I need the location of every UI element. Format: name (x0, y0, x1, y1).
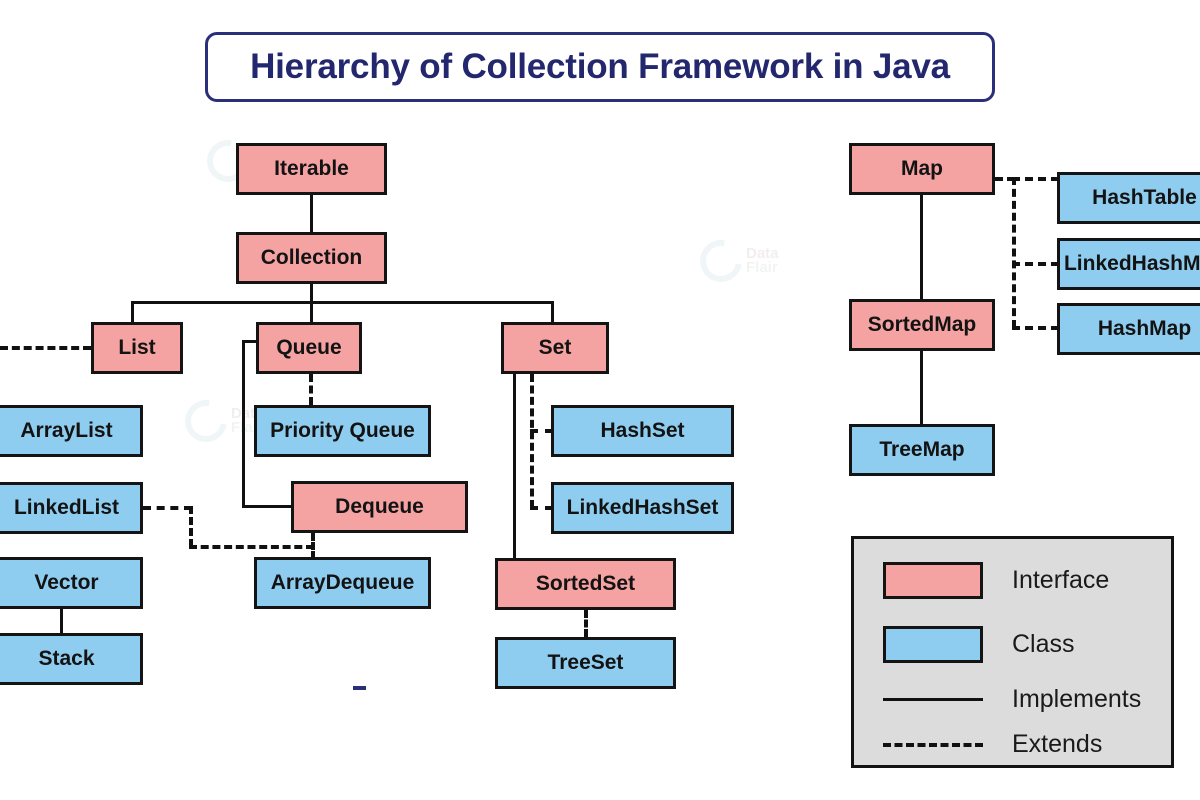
node-queue[interactable]: Queue (256, 322, 362, 374)
legend-solid-line-icon (883, 698, 983, 701)
node-label: Stack (38, 647, 95, 670)
edge-collection-bus (131, 301, 553, 304)
node-label: Priority Queue (270, 419, 415, 442)
legend-item-implements: Implements (883, 685, 1141, 714)
edge-map-hashtable (1012, 177, 1059, 181)
node-linkedlist[interactable]: LinkedList (0, 482, 143, 534)
diagram-canvas: Data Flair Data Flair Data Flair Data Fl… (0, 0, 1200, 800)
node-sortedmap[interactable]: SortedMap (849, 299, 995, 351)
edge-queue-dequeue-vertical (242, 340, 245, 508)
node-label: TreeMap (879, 438, 965, 461)
node-linkedhashset[interactable]: LinkedHashSet (551, 482, 734, 534)
node-arraydequeue[interactable]: ArrayDequeue (254, 557, 431, 609)
watermark-line1: Data (746, 244, 779, 262)
stray-mark (353, 686, 366, 690)
watermark-dataflair: Data Flair (691, 231, 779, 291)
node-stack[interactable]: Stack (0, 633, 143, 685)
edge-set-hashset (530, 429, 553, 433)
node-label: Dequeue (335, 495, 424, 518)
node-label: HashTable (1092, 186, 1197, 209)
node-label: ArrayList (20, 419, 113, 442)
watermark-text: Data Flair (746, 244, 779, 276)
node-list[interactable]: List (91, 322, 183, 374)
node-label: Queue (276, 336, 342, 359)
node-label: SortedSet (535, 572, 636, 595)
node-vector[interactable]: Vector (0, 557, 143, 609)
legend-item-interface: Interface (883, 562, 1109, 599)
edge-bus-to-set (551, 301, 554, 322)
watermark-dataflair: Data Flair (176, 391, 264, 451)
node-label: Collection (260, 246, 363, 269)
edge-queue-priorityqueue (309, 374, 313, 405)
dataflair-ring-icon (691, 231, 751, 291)
page-title: Hierarchy of Collection Framework in Jav… (205, 32, 995, 102)
node-label: ArrayDequeue (270, 571, 415, 594)
node-dequeue[interactable]: Dequeue (291, 481, 468, 533)
edge-map-hashmap (1012, 326, 1059, 330)
edge-map-linkedhashmap (1012, 262, 1059, 266)
legend-label: Interface (1012, 566, 1110, 594)
node-label: TreeSet (547, 651, 624, 674)
edge-vector-stack (60, 609, 63, 633)
legend-item-class: Class (883, 626, 1075, 663)
edge-set-sortedset (513, 374, 516, 558)
node-label: LinkedHashMap (1063, 252, 1200, 275)
node-arraylist[interactable]: ArrayList (0, 405, 143, 457)
node-label: Map (901, 157, 943, 180)
edge-bus-to-list (131, 301, 134, 322)
legend-label: Class (1012, 630, 1075, 658)
node-set[interactable]: Set (501, 322, 609, 374)
page-title-text: Hierarchy of Collection Framework in Jav… (250, 47, 950, 86)
node-sortedset[interactable]: SortedSet (495, 558, 676, 610)
node-map[interactable]: Map (849, 143, 995, 195)
node-label: HashMap (1097, 317, 1192, 340)
node-priority-queue[interactable]: Priority Queue (254, 405, 431, 457)
legend-panel: Interface Class Implements Extends (851, 536, 1174, 768)
dataflair-ring-icon (176, 391, 236, 451)
edge-queue-dequeue-horizontal (242, 505, 293, 508)
legend-swatch-class-icon (883, 626, 983, 663)
edge-set-linkedhashset (530, 506, 553, 510)
edge-iterable-collection (310, 195, 313, 232)
edge-set-dashed-bus (530, 374, 534, 508)
legend-swatch-interface-icon (883, 562, 983, 599)
node-label: LinkedList (13, 496, 119, 519)
watermark-line2: Flair (746, 259, 778, 276)
edge-map-dashed-bus (1012, 177, 1016, 328)
legend-label: Extends (1012, 730, 1103, 758)
node-label: HashSet (600, 419, 685, 442)
legend-label: Implements (1012, 685, 1142, 713)
legend-dashed-line-icon (883, 742, 983, 747)
edge-sortedmap-treemap (920, 351, 923, 424)
edge-list-arraylist (0, 346, 91, 350)
edge-map-sortedmap (920, 195, 923, 299)
node-hashset[interactable]: HashSet (551, 405, 734, 457)
legend-item-extends: Extends (883, 730, 1102, 759)
edge-linkedlist-elbow-b (189, 506, 193, 547)
edge-linkedlist-elbow-a (143, 506, 192, 510)
edge-linkedlist-elbow-c (189, 545, 314, 549)
node-hashtable[interactable]: HashTable (1057, 172, 1200, 224)
node-linkedhashmap[interactable]: LinkedHashMap (1057, 238, 1200, 290)
node-label: LinkedHashSet (566, 496, 719, 519)
node-treeset[interactable]: TreeSet (495, 637, 676, 689)
node-label: SortedMap (867, 313, 977, 336)
edge-bus-to-queue (310, 301, 313, 322)
node-collection[interactable]: Collection (236, 232, 387, 284)
node-iterable[interactable]: Iterable (236, 143, 387, 195)
node-label: Iterable (274, 157, 349, 180)
node-label: Vector (34, 571, 99, 594)
node-label: Set (538, 336, 572, 359)
node-label: List (118, 336, 156, 359)
node-treemap[interactable]: TreeMap (849, 424, 995, 476)
node-hashmap[interactable]: HashMap (1057, 303, 1200, 355)
edge-sortedset-treeset (584, 610, 588, 637)
